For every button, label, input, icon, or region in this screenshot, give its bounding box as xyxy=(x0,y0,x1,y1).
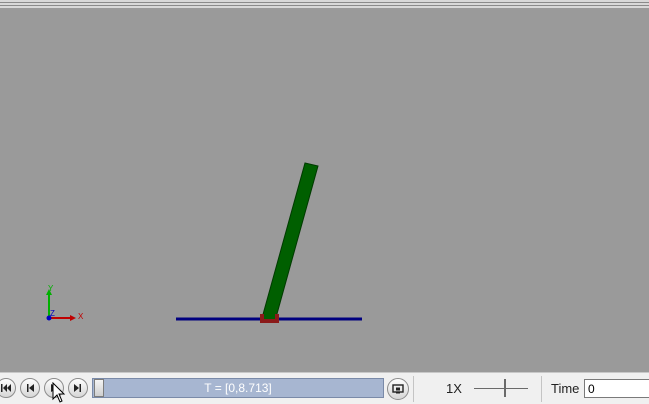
mouse-cursor-icon xyxy=(52,382,66,403)
x-axis-label: X xyxy=(78,312,84,321)
pivot-joint-inner xyxy=(264,314,275,319)
top-border-line xyxy=(0,2,649,3)
toolbar-divider xyxy=(541,376,542,402)
speed-slider-thumb[interactable] xyxy=(504,379,506,397)
step-forward-button[interactable] xyxy=(68,378,88,398)
3d-viewport[interactable]: Y X Z xyxy=(0,8,649,372)
time-input[interactable] xyxy=(584,379,649,398)
y-axis-label: Y xyxy=(48,284,54,293)
record-button[interactable] xyxy=(387,378,409,400)
toolbar-divider xyxy=(413,376,414,402)
skip-to-start-button[interactable] xyxy=(0,378,16,398)
time-range-label: T = [0,8.713] xyxy=(204,381,272,395)
time-label: Time xyxy=(551,381,580,396)
window-top-border xyxy=(0,0,649,8)
top-border-line xyxy=(0,5,649,6)
camera-icon xyxy=(392,384,404,394)
time-slider[interactable]: T = [0,8.713] xyxy=(92,378,384,398)
playback-toolbar: T = [0,8.713] 1X Time xyxy=(0,372,649,404)
step-forward-icon xyxy=(74,384,81,392)
scene-canvas: Y X Z xyxy=(46,162,362,323)
step-back-button[interactable] xyxy=(20,378,40,398)
axis-triad: Y X Z xyxy=(46,284,84,321)
skip-back-icon xyxy=(1,384,11,392)
pendulum-rod xyxy=(261,162,319,322)
speed-label: 1X xyxy=(446,381,462,396)
speed-slider[interactable] xyxy=(474,388,528,389)
z-axis-label: Z xyxy=(50,309,55,318)
step-back-icon xyxy=(27,384,34,392)
x-arrowhead xyxy=(70,315,76,321)
